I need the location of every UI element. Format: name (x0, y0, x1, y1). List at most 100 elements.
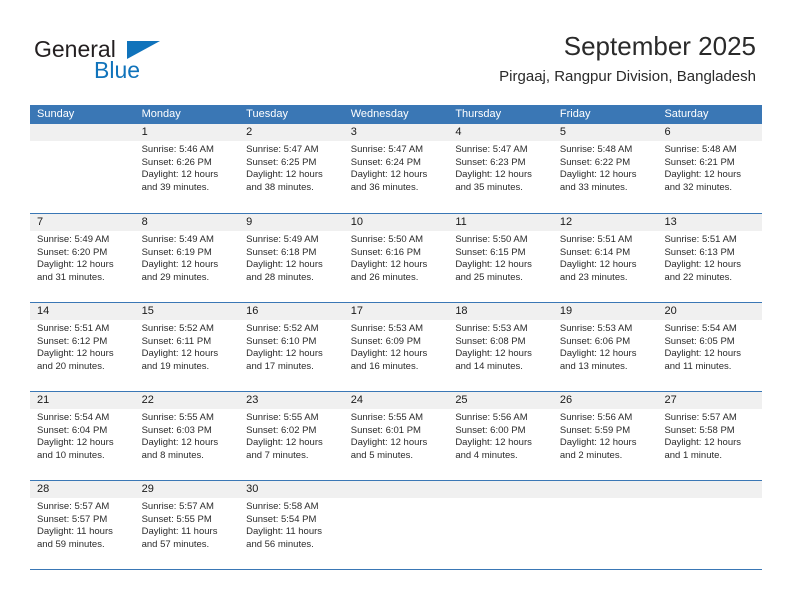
day-cell-7[interactable]: 7 Sunrise: 5:49 AM Sunset: 6:20 PM Daylight… (30, 214, 135, 302)
daylight-text-line1: Daylight: 12 hours (455, 169, 532, 181)
sunrise-text: Sunrise: 5:54 AM (664, 323, 737, 334)
sunrise-text: Sunrise: 5:47 AM (350, 144, 424, 155)
day-number: 14 (37, 305, 50, 317)
day-details: Sunrise: 5:46 AM Sunset: 6:26 PM Daylight:… (135, 141, 240, 194)
day-cell-19[interactable]: 19 Sunrise: 5:53 AM Sunset: 6:06 PM Dayligh… (552, 303, 658, 391)
daylight-text-line2: and 4 minutes. (455, 449, 518, 461)
weekday-header-tuesday: Tuesday (246, 108, 288, 120)
sunrise-text: Sunrise: 5:54 AM (37, 412, 110, 423)
daylight-text-line1: Daylight: 11 hours (246, 526, 323, 538)
sunrise-text: Sunrise: 5:50 AM (350, 234, 424, 245)
day-number: 20 (664, 305, 677, 317)
day-cell-9[interactable]: 9 Sunrise: 5:49 AM Sunset: 6:18 PM Daylight… (239, 214, 344, 302)
day-cell-16[interactable]: 16 Sunrise: 5:52 AM Sunset: 6:10 PM Dayligh… (239, 303, 344, 391)
day-number: 11 (455, 216, 467, 228)
day-number: 12 (559, 216, 573, 228)
daylight-text-line2: and 22 minutes. (664, 271, 733, 283)
day-cell-29[interactable]: 29 Sunrise: 5:57 AM Sunset: 5:55 PM Dayligh… (134, 481, 240, 569)
sunrise-text: Sunrise: 5:46 AM (141, 144, 214, 155)
daylight-text-line1: Daylight: 12 hours (664, 169, 742, 181)
sunrise-text: Sunrise: 5:57 AM (37, 501, 110, 512)
sunset-text: Sunset: 5:54 PM (246, 513, 317, 525)
day-cell-1[interactable]: 1 Sunrise: 5:46 AM Sunset: 6:26 PM Daylight… (134, 124, 240, 213)
sunset-text: Sunset: 6:10 PM (246, 335, 317, 347)
daylight-text-line1: Daylight: 12 hours (141, 259, 219, 271)
weekday-header-row: Sunday Monday Tuesday Wednesday Thursday Frid… (30, 105, 762, 124)
day-cell-10[interactable]: 10 Sunrise: 5:50 AM Sunset: 6:16 PM Dayligh… (343, 214, 449, 302)
day-cell-empty (30, 124, 135, 213)
day-number-band: 3 (343, 124, 449, 141)
sunset-text: Sunset: 6:23 PM (455, 156, 526, 168)
day-details: Sunrise: 5:49 AM Sunset: 6:20 PM Daylight:… (30, 231, 135, 284)
weekday-header-sunday: Sunday (37, 108, 75, 120)
day-cell-26[interactable]: 26 Sunrise: 5:56 AM Sunset: 5:59 PM Dayligh… (552, 392, 658, 480)
day-number: 19 (559, 305, 573, 317)
day-cell-17[interactable]: 17 Sunrise: 5:53 AM Sunset: 6:09 PM Dayligh… (343, 303, 449, 391)
general-blue-logo[interactable]: General Blue (34, 36, 204, 84)
day-number-band: 14 (30, 303, 135, 320)
day-details: Sunrise: 5:51 AM Sunset: 6:12 PM Daylight:… (30, 320, 135, 373)
calendar-bottom-rule (30, 569, 762, 570)
sunrise-text: Sunrise: 5:50 AM (455, 234, 528, 245)
day-number-band: 22 (134, 392, 240, 409)
weekday-header-friday: Friday (559, 108, 591, 120)
sunrise-text: Sunrise: 5:47 AM (246, 144, 319, 155)
sunset-text: Sunset: 6:00 PM (455, 424, 526, 436)
day-cell-24[interactable]: 24 Sunrise: 5:55 AM Sunset: 6:01 PM Dayligh… (343, 392, 449, 480)
daylight-text-line2: and 19 minutes. (141, 360, 210, 372)
day-number: 26 (559, 394, 573, 406)
sunset-text: Sunset: 6:16 PM (350, 246, 421, 258)
day-cell-empty (448, 481, 553, 569)
sunrise-text: Sunrise: 5:48 AM (559, 144, 633, 155)
day-number-band: 26 (552, 392, 658, 409)
day-cell-12[interactable]: 12 Sunrise: 5:51 AM Sunset: 6:14 PM Dayligh… (552, 214, 658, 302)
day-cell-27[interactable]: 27 Sunrise: 5:57 AM Sunset: 5:58 PM Dayligh… (657, 392, 763, 480)
day-cell-6[interactable]: 6 Sunrise: 5:48 AM Sunset: 6:21 PM Daylight… (657, 124, 763, 213)
daylight-text-line2: and 38 minutes. (246, 181, 314, 193)
day-cell-8[interactable]: 8 Sunrise: 5:49 AM Sunset: 6:19 PM Daylight… (134, 214, 240, 302)
day-details: Sunrise: 5:50 AM Sunset: 6:15 PM Daylight:… (448, 231, 553, 284)
day-number: 6 (664, 126, 671, 138)
daylight-text-line2: and 11 minutes. (664, 360, 732, 372)
day-cell-18[interactable]: 18 Sunrise: 5:53 AM Sunset: 6:08 PM Dayligh… (448, 303, 553, 391)
day-cell-22[interactable]: 22 Sunrise: 5:55 AM Sunset: 6:03 PM Dayligh… (134, 392, 240, 480)
day-cell-20[interactable]: 20 Sunrise: 5:54 AM Sunset: 6:05 PM Dayligh… (657, 303, 763, 391)
day-cell-23[interactable]: 23 Sunrise: 5:55 AM Sunset: 6:02 PM Dayligh… (239, 392, 344, 480)
day-number: 9 (246, 216, 253, 228)
day-cell-3[interactable]: 3 Sunrise: 5:47 AM Sunset: 6:24 PM Daylight… (343, 124, 449, 213)
day-number-band: 18 (448, 303, 553, 320)
day-details: Sunrise: 5:47 AM Sunset: 6:23 PM Daylight:… (448, 141, 553, 194)
sunset-text: Sunset: 6:08 PM (455, 335, 526, 347)
daylight-text-line2: and 56 minutes. (246, 538, 314, 550)
sunrise-text: Sunrise: 5:51 AM (664, 234, 737, 245)
sunset-text: Sunset: 6:22 PM (559, 156, 631, 168)
day-cell-5[interactable]: 5 Sunrise: 5:48 AM Sunset: 6:22 PM Daylight… (552, 124, 658, 213)
day-cell-11[interactable]: 11 Sunrise: 5:50 AM Sunset: 6:15 PM Dayligh… (448, 214, 553, 302)
sunrise-text: Sunrise: 5:48 AM (664, 144, 737, 155)
day-cell-2[interactable]: 2 Sunrise: 5:47 AM Sunset: 6:25 PM Daylight… (239, 124, 344, 213)
day-cell-13[interactable]: 13 Sunrise: 5:51 AM Sunset: 6:13 PM Dayligh… (657, 214, 763, 302)
day-cell-25[interactable]: 25 Sunrise: 5:56 AM Sunset: 6:00 PM Dayligh… (448, 392, 553, 480)
day-cell-30[interactable]: 30 Sunrise: 5:58 AM Sunset: 5:54 PM Dayligh… (239, 481, 344, 569)
day-number: 21 (37, 394, 50, 406)
daylight-text-line1: Daylight: 12 hours (37, 437, 114, 449)
day-number: 25 (455, 394, 468, 406)
day-number-band (343, 481, 449, 498)
daylight-text-line1: Daylight: 12 hours (350, 259, 428, 271)
day-number-band: 13 (657, 214, 763, 231)
day-cell-21[interactable]: 21 Sunrise: 5:54 AM Sunset: 6:04 PM Dayligh… (30, 392, 135, 480)
weekday-header-monday: Monday (141, 108, 181, 120)
daylight-text-line1: Daylight: 12 hours (664, 437, 742, 449)
day-details: Sunrise: 5:53 AM Sunset: 6:06 PM Daylight:… (553, 320, 658, 373)
day-cell-28[interactable]: 28 Sunrise: 5:57 AM Sunset: 5:57 PM Dayligh… (30, 481, 135, 569)
day-cell-14[interactable]: 14 Sunrise: 5:51 AM Sunset: 6:12 PM Dayligh… (30, 303, 135, 391)
day-details: Sunrise: 5:54 AM Sunset: 6:04 PM Daylight:… (30, 409, 135, 462)
day-cell-4[interactable]: 4 Sunrise: 5:47 AM Sunset: 6:23 PM Daylight… (448, 124, 553, 213)
day-cell-15[interactable]: 15 Sunrise: 5:52 AM Sunset: 6:11 PM Dayligh… (134, 303, 240, 391)
sunset-text: Sunset: 6:04 PM (37, 424, 108, 436)
day-details: Sunrise: 5:55 AM Sunset: 6:01 PM Daylight:… (344, 409, 449, 462)
daylight-text-line2: and 39 minutes. (141, 181, 210, 193)
sunrise-text: Sunrise: 5:57 AM (664, 412, 737, 423)
day-details: Sunrise: 5:49 AM Sunset: 6:18 PM Daylight:… (239, 231, 344, 284)
day-details: Sunrise: 5:48 AM Sunset: 6:21 PM Daylight:… (657, 141, 762, 194)
